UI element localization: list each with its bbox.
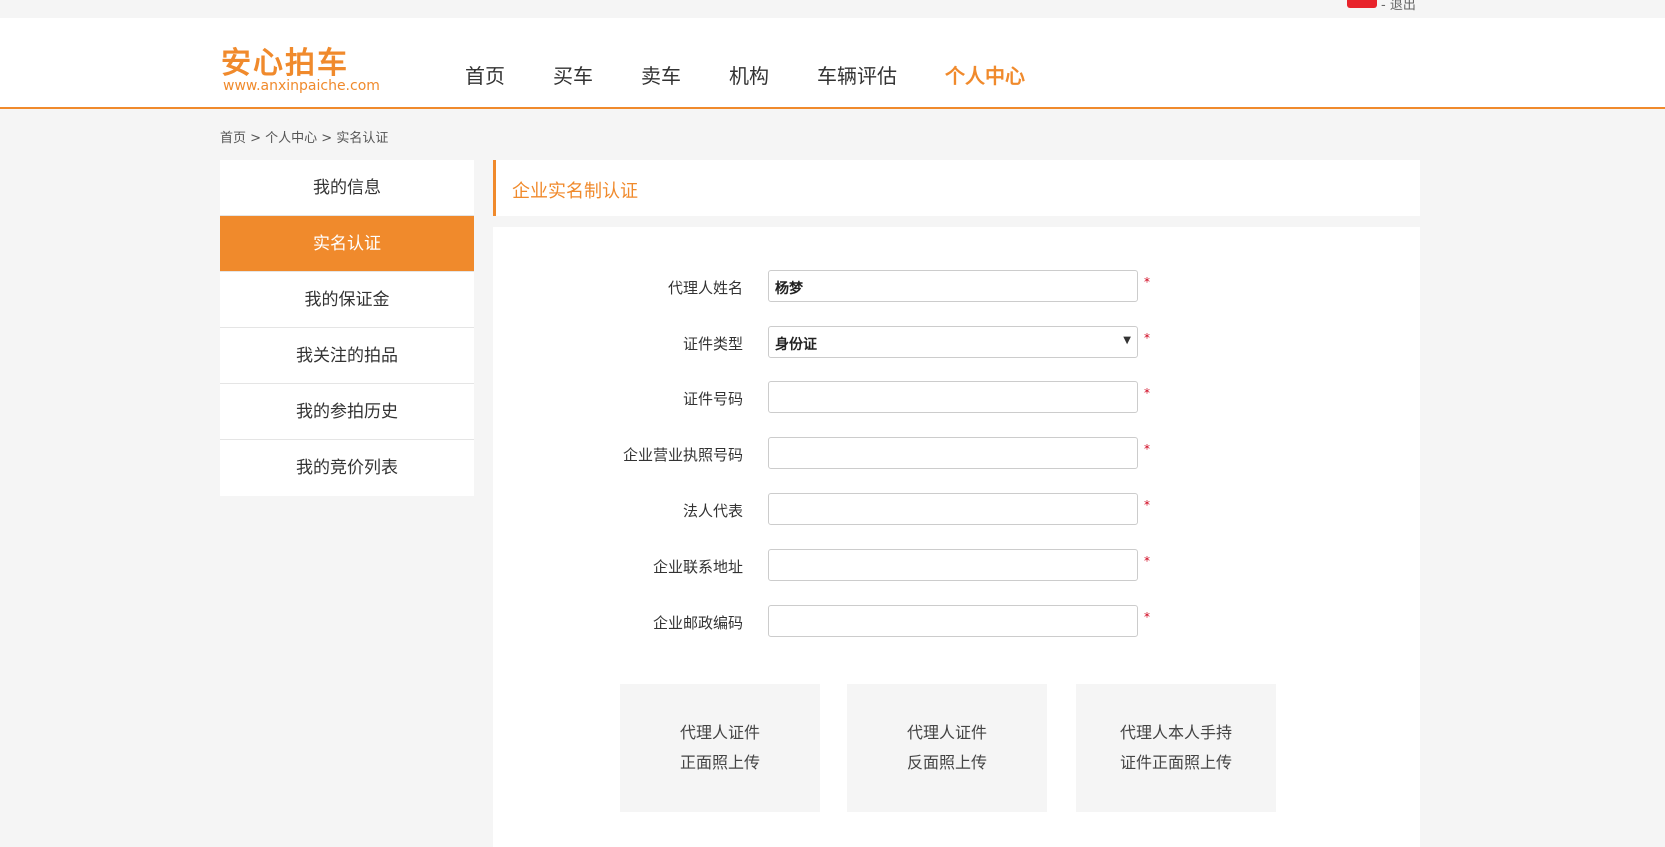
verification-form: 代理人姓名 杨梦 * 证件类型 身份证 ▼ * 证件号码 * 企业营业执照号码 *… <box>493 227 1420 847</box>
page-title: 企业实名制认证 <box>512 181 638 202</box>
logo-url: www.anxinpaiche.com <box>223 78 380 94</box>
legal-representative-input[interactable] <box>768 493 1138 525</box>
nav-sell-car[interactable]: 卖车 <box>641 60 681 89</box>
field-label: 证件号码 <box>682 390 743 408</box>
field-label: 代理人姓名 <box>667 279 743 297</box>
required-mark: * <box>1144 275 1150 289</box>
nav-personal-center[interactable]: 个人中心 <box>945 60 1025 89</box>
required-mark: * <box>1144 442 1150 456</box>
nav-institutions[interactable]: 机构 <box>729 60 769 89</box>
company-address-input[interactable] <box>768 549 1138 581</box>
form-row-id-number: 证件号码 * <box>493 381 1420 413</box>
required-mark: * <box>1144 331 1150 345</box>
upload-label-line2: 正面照上传 <box>679 753 760 772</box>
top-bar: - 退出 <box>0 0 1665 18</box>
form-row-license-number: 企业营业执照号码 * <box>493 437 1420 469</box>
form-row-address: 企业联系地址 * <box>493 549 1420 581</box>
required-mark: * <box>1144 610 1150 624</box>
upload-label-line2: 反面照上传 <box>906 753 987 772</box>
upload-id-front[interactable]: 代理人证件 正面照上传 <box>620 684 820 812</box>
id-type-value: 身份证 <box>775 337 817 353</box>
sidebar-item-verification[interactable]: 实名认证 <box>220 216 474 272</box>
sidebar-item-bid-list[interactable]: 我的竞价列表 <box>220 440 474 496</box>
nav-buy-car[interactable]: 买车 <box>553 60 593 89</box>
sidebar: 我的信息 实名认证 我的保证金 我关注的拍品 我的参拍历史 我的竞价列表 <box>220 160 474 496</box>
form-row-legal-rep: 法人代表 * <box>493 493 1420 525</box>
required-mark: * <box>1144 554 1150 568</box>
form-row-id-type: 证件类型 身份证 ▼ * <box>493 326 1420 358</box>
upload-holding-id[interactable]: 代理人本人手持 证件正面照上传 <box>1076 684 1276 812</box>
sidebar-item-watched-lots[interactable]: 我关注的拍品 <box>220 328 474 384</box>
field-label: 企业邮政编码 <box>652 614 743 632</box>
logo[interactable]: 安心拍车 <box>221 38 349 82</box>
field-label: 企业营业执照号码 <box>622 446 743 464</box>
business-license-input[interactable] <box>768 437 1138 469</box>
logout-link[interactable]: - 退出 <box>1381 0 1416 13</box>
id-number-input[interactable] <box>768 381 1138 413</box>
dropdown-caret-icon: ▼ <box>1123 335 1131 346</box>
postcode-input[interactable] <box>768 605 1138 637</box>
section-header: 企业实名制认证 <box>493 160 1420 216</box>
sidebar-item-my-info[interactable]: 我的信息 <box>220 160 474 216</box>
nav-vehicle-evaluation[interactable]: 车辆评估 <box>817 60 897 89</box>
form-row-agent-name: 代理人姓名 杨梦 * <box>493 270 1420 302</box>
sidebar-item-auction-history[interactable]: 我的参拍历史 <box>220 384 474 440</box>
sidebar-item-deposit[interactable]: 我的保证金 <box>220 272 474 328</box>
field-label: 证件类型 <box>682 335 743 353</box>
field-label: 企业联系地址 <box>652 558 743 576</box>
upload-label-line2: 证件正面照上传 <box>1119 753 1232 772</box>
nav-home[interactable]: 首页 <box>465 60 505 89</box>
id-type-select[interactable]: 身份证 ▼ <box>768 326 1138 358</box>
required-mark: * <box>1144 386 1150 400</box>
header: 安心拍车 www.anxinpaiche.com 首页 买车 卖车 机构 车辆评… <box>0 18 1665 109</box>
upload-label-line1: 代理人证件 <box>906 723 987 742</box>
form-row-postcode: 企业邮政编码 * <box>493 605 1420 637</box>
field-label: 法人代表 <box>682 502 743 520</box>
redacted-username <box>1347 0 1377 8</box>
required-mark: * <box>1144 498 1150 512</box>
upload-label-line1: 代理人本人手持 <box>1119 723 1232 742</box>
upload-id-back[interactable]: 代理人证件 反面照上传 <box>847 684 1047 812</box>
agent-name-input[interactable]: 杨梦 <box>768 270 1138 302</box>
breadcrumb: 首页 > 个人中心 > 实名认证 <box>220 131 389 146</box>
upload-label-line1: 代理人证件 <box>679 723 760 742</box>
